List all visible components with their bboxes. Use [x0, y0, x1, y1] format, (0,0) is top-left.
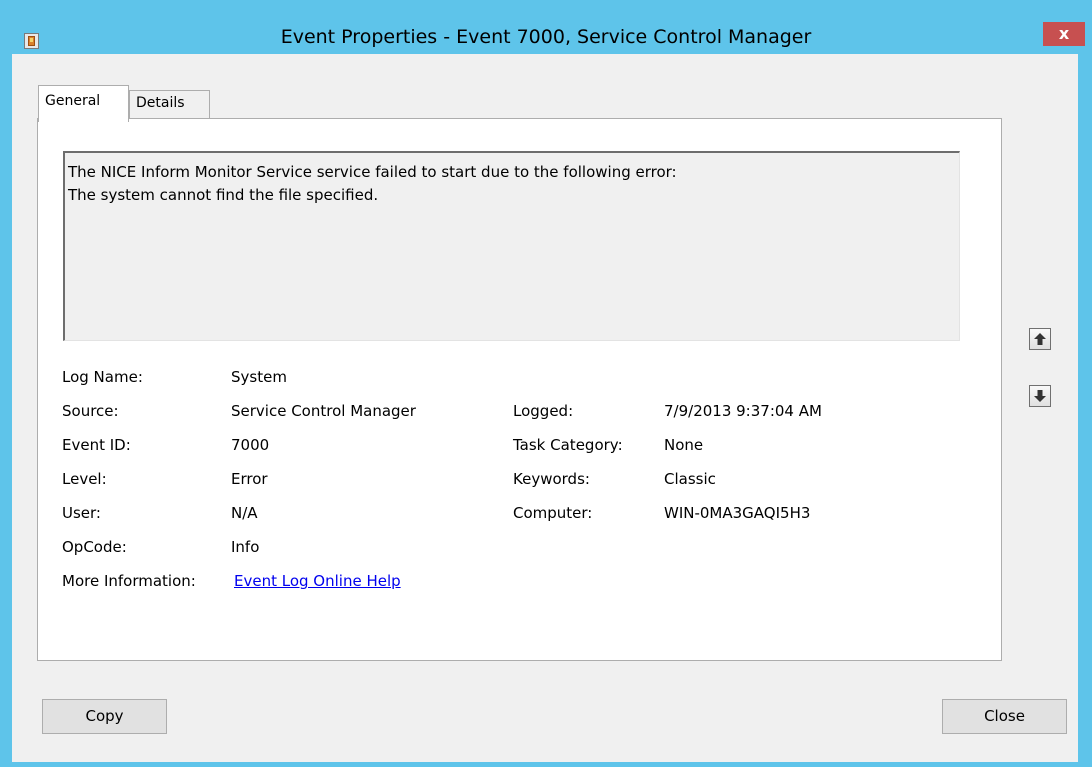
event-properties-window: Event Properties - Event 7000, Service C…	[0, 0, 1092, 767]
event-id-label: Event ID:	[62, 436, 131, 454]
task-category-label: Task Category:	[513, 436, 623, 454]
keywords-label: Keywords:	[513, 470, 590, 488]
opcode-value: Info	[231, 538, 260, 556]
event-description-box[interactable]: The NICE Inform Monitor Service service …	[63, 151, 960, 341]
dialog-body: General Details The NICE Inform Monitor …	[12, 54, 1078, 762]
tab-details[interactable]: Details	[129, 90, 210, 119]
level-value: Error	[231, 470, 268, 488]
keywords-value: Classic	[664, 470, 716, 488]
event-log-online-help-link[interactable]: Event Log Online Help	[234, 572, 401, 590]
general-tab-panel: The NICE Inform Monitor Service service …	[37, 118, 1002, 661]
description-line-1: The NICE Inform Monitor Service service …	[68, 163, 677, 181]
tab-general[interactable]: General	[38, 85, 129, 122]
next-event-button[interactable]	[1029, 385, 1051, 407]
computer-label: Computer:	[513, 504, 593, 522]
user-value: N/A	[231, 504, 258, 522]
logged-value: 7/9/2013 9:37:04 AM	[664, 402, 822, 420]
level-label: Level:	[62, 470, 107, 488]
window-title: Event Properties - Event 7000, Service C…	[280, 26, 812, 48]
log-name-label: Log Name:	[62, 368, 143, 386]
source-value: Service Control Manager	[231, 402, 416, 420]
event-id-value: 7000	[231, 436, 270, 454]
copy-button[interactable]: Copy	[42, 699, 167, 734]
description-line-2: The system cannot find the file specifie…	[68, 186, 379, 204]
title-bar[interactable]: Event Properties - Event 7000, Service C…	[0, 0, 1092, 54]
computer-value: WIN-0MA3GAQI5H3	[664, 504, 811, 522]
source-label: Source:	[62, 402, 119, 420]
previous-event-button[interactable]	[1029, 328, 1051, 350]
user-label: User:	[62, 504, 101, 522]
more-information-label: More Information:	[62, 572, 196, 590]
close-window-button[interactable]: x	[1043, 22, 1085, 46]
task-category-value: None	[664, 436, 704, 454]
down-arrow-icon	[1034, 390, 1046, 402]
log-name-value: System	[231, 368, 287, 386]
close-button[interactable]: Close	[942, 699, 1067, 734]
logged-label: Logged:	[513, 402, 574, 420]
up-arrow-icon	[1034, 333, 1046, 345]
opcode-label: OpCode:	[62, 538, 127, 556]
